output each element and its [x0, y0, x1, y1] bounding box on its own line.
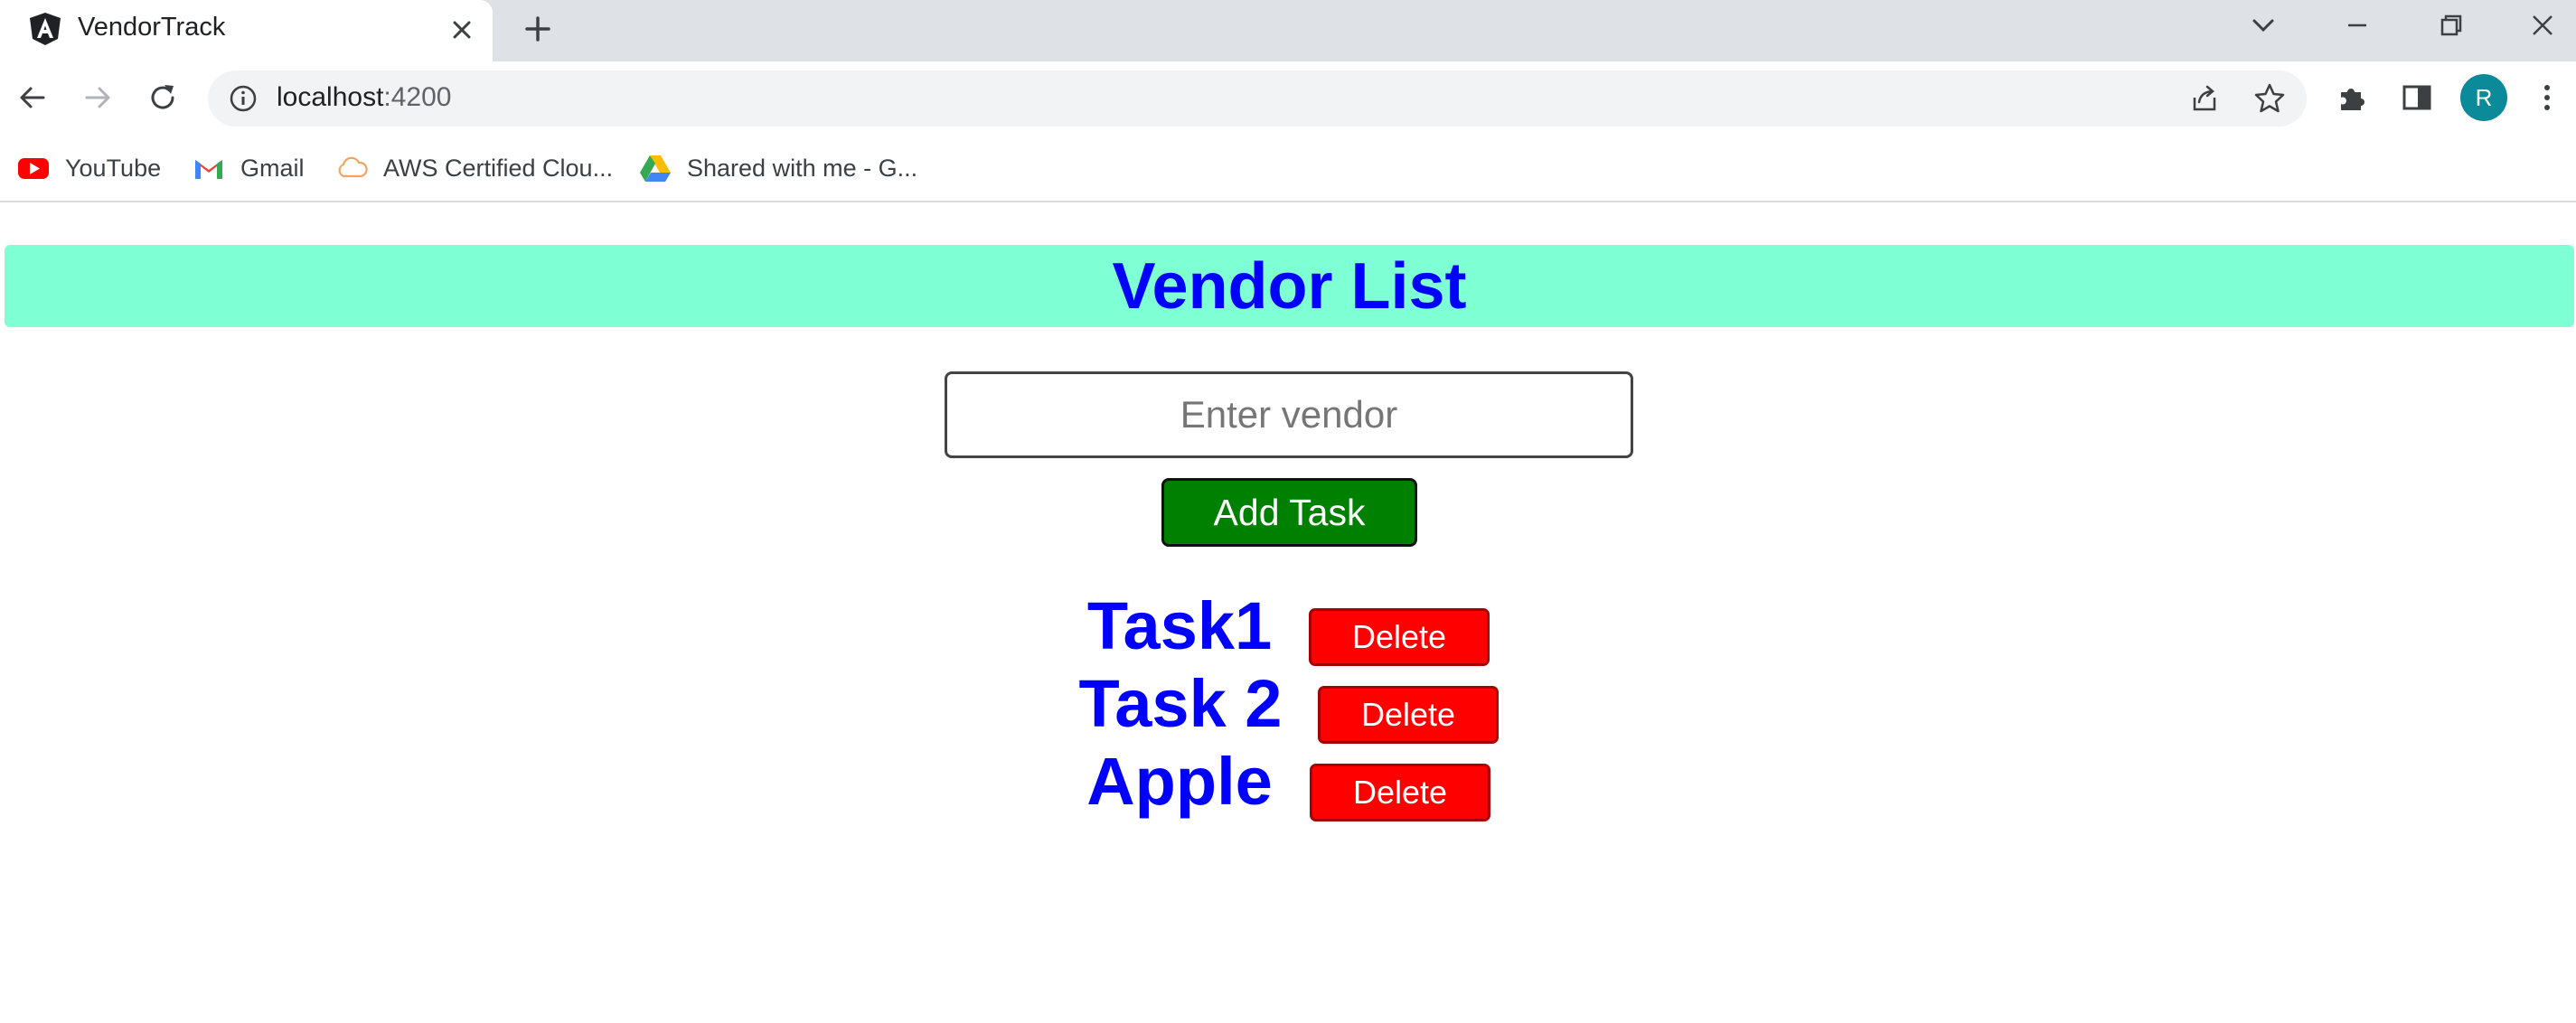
close-tab-icon[interactable] — [447, 14, 477, 45]
google-drive-icon — [640, 155, 671, 182]
bookmarks-bar: YouTube Gmail AWS Certified Clou... Shar… — [0, 136, 2576, 202]
delete-button[interactable]: Delete — [1318, 686, 1499, 744]
youtube-icon — [18, 158, 49, 179]
cloud-icon — [338, 156, 368, 178]
browser-tab-strip: VendorTrack — [0, 0, 2576, 61]
address-bar[interactable]: localhost:4200 — [208, 70, 2307, 127]
page-header: Vendor List — [5, 245, 2574, 327]
bookmark-aws[interactable]: AWS Certified Clou... — [334, 148, 613, 188]
bookmark-youtube[interactable]: YouTube — [16, 148, 161, 188]
delete-button[interactable]: Delete — [1310, 764, 1490, 821]
forward-icon[interactable] — [80, 80, 116, 116]
site-info-icon[interactable] — [228, 83, 259, 114]
side-panel-icon[interactable] — [2399, 80, 2435, 116]
share-icon[interactable] — [2187, 81, 2222, 116]
bookmark-star-icon[interactable] — [2252, 81, 2287, 116]
tab-search-icon[interactable] — [2245, 7, 2281, 43]
task-name: Task1 — [1086, 588, 1273, 663]
page-title: Vendor List — [1112, 249, 1467, 323]
task-name: Task 2 — [1078, 666, 1283, 741]
active-tab[interactable]: VendorTrack — [0, 0, 493, 61]
reload-icon[interactable] — [145, 80, 181, 116]
task-name: Apple — [1086, 744, 1273, 819]
vendor-input[interactable] — [945, 371, 1633, 458]
browser-toolbar: localhost:4200 R — [0, 61, 2576, 136]
back-icon[interactable] — [14, 80, 51, 116]
bookmark-google-drive[interactable]: Shared with me - G... — [638, 148, 917, 188]
restore-icon[interactable] — [2433, 7, 2469, 43]
add-task-button[interactable]: Add Task — [1161, 478, 1417, 547]
bookmark-gmail[interactable]: Gmail — [192, 148, 305, 188]
gmail-icon — [195, 160, 222, 179]
minimize-icon[interactable] — [2339, 7, 2375, 43]
url-text: localhost:4200 — [277, 82, 452, 112]
delete-button[interactable]: Delete — [1309, 608, 1490, 666]
profile-avatar[interactable]: R — [2460, 74, 2507, 121]
tab-title: VendorTrack — [78, 13, 226, 42]
menu-kebab-icon[interactable] — [2529, 80, 2565, 116]
new-tab-icon[interactable] — [520, 11, 556, 47]
extensions-icon[interactable] — [2334, 80, 2370, 116]
angular-icon — [30, 13, 61, 45]
close-window-icon[interactable] — [2524, 7, 2561, 43]
